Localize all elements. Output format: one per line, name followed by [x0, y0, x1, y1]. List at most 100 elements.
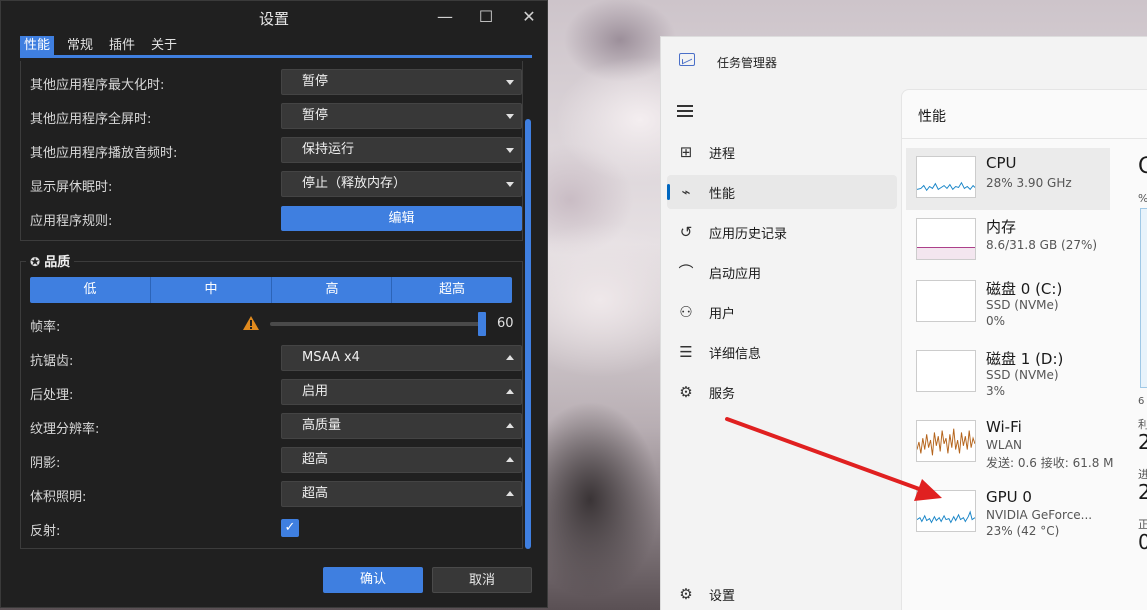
- row-shadow: 阴影: 超高: [30, 447, 522, 473]
- maximized-label: 其他应用程序最大化时:: [30, 78, 165, 93]
- fps-slider-handle[interactable]: [478, 312, 486, 336]
- row-postprocess: 后处理: 启用: [30, 379, 522, 405]
- quality-low-button[interactable]: 低: [30, 277, 150, 303]
- volumetric-label: 体积照明:: [30, 490, 87, 505]
- quality-ultra-button[interactable]: 超高: [392, 277, 512, 303]
- memory-graph: [916, 218, 976, 260]
- postprocess-select[interactable]: 启用: [281, 379, 522, 405]
- clipped-text: 0: [1138, 530, 1147, 554]
- nav-performance[interactable]: ⌁ 性能: [667, 175, 897, 209]
- perf-sub: WLAN: [986, 438, 1023, 452]
- fps-label: 帧率:: [30, 320, 61, 335]
- close-icon[interactable]: ✕: [517, 5, 541, 29]
- perf-item-memory[interactable]: 内存 8.6/31.8 GB (27%): [906, 210, 1110, 272]
- display-sleep-select[interactable]: 停止（释放内存）: [281, 171, 522, 197]
- antialias-select[interactable]: MSAA x4: [281, 345, 522, 371]
- minimize-icon[interactable]: —: [433, 5, 457, 29]
- nav-startup[interactable]: ⌒ 启动应用: [667, 255, 897, 289]
- chevron-up-icon: [506, 355, 514, 360]
- reflection-label: 反射:: [30, 524, 61, 539]
- nav-label: 详细信息: [709, 347, 762, 362]
- header-divider: [902, 138, 1147, 139]
- perf-item-gpu0[interactable]: GPU 0 NVIDIA GeForce... 23% (42 °C): [906, 482, 1110, 544]
- quality-title: 品质: [44, 255, 71, 270]
- row-volumetric: 体积照明: 超高: [30, 481, 522, 507]
- settings-scrollbar[interactable]: [525, 119, 531, 549]
- audio-select[interactable]: 保持运行: [281, 137, 522, 163]
- volumetric-select[interactable]: 超高: [281, 481, 522, 507]
- nav-label: 服务: [709, 387, 736, 402]
- chevron-down-icon: [506, 182, 514, 187]
- perf-item-cpu[interactable]: CPU 28% 3.90 GHz: [906, 148, 1110, 210]
- nav-users[interactable]: ⚇ 用户: [667, 295, 897, 329]
- tab-general[interactable]: 常规: [63, 36, 97, 56]
- nav-app-history[interactable]: ↺ 应用历史记录: [667, 215, 897, 249]
- fullscreen-select[interactable]: 暂停: [281, 103, 522, 129]
- settings-scroll-area[interactable]: 其他应用程序最大化时: 暂停 其他应用程序全屏时: 暂停 其他应用程序播放音频时…: [20, 61, 530, 551]
- perf-item-wifi[interactable]: Wi-Fi WLAN 发送: 0.6 接收: 61.8 M: [906, 412, 1114, 474]
- chevron-down-icon: [506, 114, 514, 119]
- perf-name: 磁盘 0 (C:): [986, 280, 1063, 298]
- texture-label: 纹理分辨率:: [30, 422, 100, 437]
- gpu-graph: [916, 490, 976, 532]
- texture-select[interactable]: 高质量: [281, 413, 522, 439]
- tab-performance[interactable]: 性能: [20, 36, 55, 56]
- cancel-button[interactable]: 取消: [432, 567, 532, 593]
- warning-icon: [243, 316, 259, 330]
- perf-sub: SSD (NVMe): [986, 298, 1059, 312]
- audio-label: 其他应用程序播放音频时:: [30, 146, 178, 161]
- shadow-label: 阴影:: [30, 456, 61, 471]
- quality-group-title: ✪ 品质: [26, 254, 75, 270]
- quality-mid-button[interactable]: 中: [151, 277, 271, 303]
- app-rules-label: 应用程序规则:: [30, 214, 113, 229]
- app-history-icon: ↺: [679, 223, 693, 241]
- fps-slider-track[interactable]: [270, 322, 482, 326]
- nav-services[interactable]: ⚙ 服务: [667, 375, 897, 409]
- tab-about[interactable]: 关于: [147, 36, 181, 56]
- nav-label: 用户: [709, 307, 736, 322]
- maximize-icon[interactable]: ☐: [474, 5, 498, 29]
- row-fullscreen: 其他应用程序全屏时: 暂停: [30, 103, 522, 129]
- shadow-select[interactable]: 超高: [281, 447, 522, 473]
- perf-item-disk0[interactable]: 磁盘 0 (C:) SSD (NVMe) 0%: [906, 272, 1110, 334]
- hamburger-menu-icon[interactable]: [677, 105, 693, 117]
- fps-value: 60: [497, 316, 514, 331]
- chevron-down-icon: [506, 80, 514, 85]
- row-texture: 纹理分辨率: 高质量: [30, 413, 522, 439]
- clipped-text: 2: [1138, 480, 1147, 504]
- row-reflection: 反射: ✓: [30, 515, 512, 541]
- perf-item-disk1[interactable]: 磁盘 1 (D:) SSD (NVMe) 3%: [906, 342, 1110, 404]
- chevron-up-icon: [506, 389, 514, 394]
- perf-sub: 0%: [986, 314, 1006, 328]
- perf-name: 内存: [986, 218, 1017, 236]
- tab-plugins[interactable]: 插件: [105, 36, 139, 56]
- performance-panel: 性能 CPU 28% 3.90 GHz 内存 8.6/31.8 GB (27%)…: [901, 89, 1147, 610]
- row-antialias: 抗锯齿: MSAA x4: [30, 345, 522, 371]
- disk0-graph: [916, 280, 976, 322]
- performance-title: 性能: [918, 109, 946, 125]
- settings-titlebar[interactable]: 设置 — ☐ ✕: [1, 1, 547, 33]
- nav-settings[interactable]: ⚙ 设置: [667, 577, 897, 610]
- clipped-graph: [1140, 208, 1147, 388]
- chevron-down-icon: [506, 148, 514, 153]
- nav-processes[interactable]: ⊞ 进程: [667, 135, 897, 169]
- quality-high-button[interactable]: 高: [272, 277, 392, 303]
- settings-dialog: 设置 — ☐ ✕ 性能 常规 插件 关于 其他应用程序最大化时: 暂停 其他应用…: [0, 0, 548, 608]
- chevron-up-icon: [506, 423, 514, 428]
- row-maximized: 其他应用程序最大化时: 暂停: [30, 69, 522, 95]
- users-icon: ⚇: [679, 303, 693, 321]
- clipped-text: 2: [1138, 430, 1147, 454]
- nav-details[interactable]: ☰ 详细信息: [667, 335, 897, 369]
- task-manager-window: 任务管理器 ⊞ 进程 ⌁ 性能 ↺ 应用历史记录 ⌒ 启动应用 ⚇ 用户 ☰ 详…: [660, 36, 1147, 610]
- maximized-select[interactable]: 暂停: [281, 69, 522, 95]
- ok-button[interactable]: 确认: [323, 567, 423, 593]
- performance-icon: ⌁: [681, 183, 691, 201]
- row-fps: 帧率: 60: [30, 311, 514, 337]
- disk1-graph: [916, 350, 976, 392]
- nav-label: 启动应用: [709, 267, 762, 282]
- perf-sub: 3%: [986, 384, 1006, 398]
- details-icon: ☰: [679, 343, 693, 361]
- edit-rules-button[interactable]: 编辑: [281, 206, 522, 231]
- fullscreen-label: 其他应用程序全屏时:: [30, 112, 152, 127]
- reflection-checkbox[interactable]: ✓: [281, 519, 299, 537]
